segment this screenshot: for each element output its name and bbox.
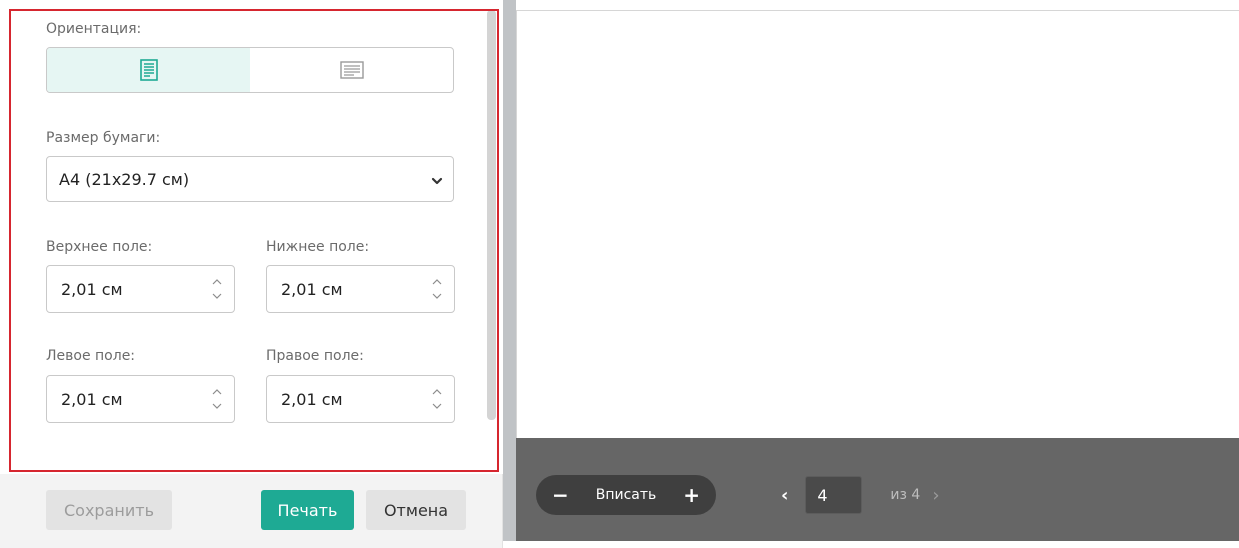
print-button[interactable]: Печать <box>261 490 354 530</box>
chevron-down-icon <box>431 172 443 191</box>
cancel-button[interactable]: Отмена <box>366 490 466 530</box>
bottom-margin-label: Нижнее поле: <box>266 239 370 255</box>
orientation-toggle <box>46 47 454 93</box>
paper-size-select[interactable]: А4 (21x29.7 см) <box>46 156 454 202</box>
left-margin-value: 2,01 см <box>61 389 123 409</box>
top-margin-input[interactable]: 2,01 см <box>46 265 235 313</box>
spinner-arrows-icon[interactable] <box>210 385 224 413</box>
scrollbar-thumb[interactable] <box>487 10 496 420</box>
page-number-input[interactable]: 4 <box>805 476 863 514</box>
chevron-right-icon[interactable]: › <box>932 485 939 506</box>
preview-page <box>516 10 1239 438</box>
dialog-footer: Сохранить Печать Отмена <box>0 474 503 548</box>
spinner-arrows-icon[interactable] <box>430 275 444 303</box>
zoom-in-button[interactable]: + <box>683 485 700 505</box>
portrait-page-icon <box>139 59 158 81</box>
left-margin-label: Левое поле: <box>46 348 136 364</box>
top-margin-label: Верхнее поле: <box>46 239 153 255</box>
preview-toolbar: − Вписать + ‹ 4 из 4 › <box>516 438 1239 541</box>
spinner-arrows-icon[interactable] <box>430 385 444 413</box>
orientation-landscape-button[interactable] <box>250 48 453 92</box>
bottom-margin-value: 2,01 см <box>281 279 343 299</box>
landscape-page-icon <box>339 61 364 79</box>
spinner-arrows-icon[interactable] <box>210 275 224 303</box>
print-settings-panel: Ориентация: Размер бумаги: А4 (21x29.7 с… <box>0 0 503 548</box>
right-margin-input[interactable]: 2,01 см <box>266 375 455 423</box>
orientation-label: Ориентация: <box>46 21 142 37</box>
left-margin-input[interactable]: 2,01 см <box>46 375 235 423</box>
zoom-out-button[interactable]: − <box>552 485 569 505</box>
save-button[interactable]: Сохранить <box>46 490 172 530</box>
bottom-margin-input[interactable]: 2,01 см <box>266 265 455 313</box>
preview-frame <box>503 0 516 548</box>
orientation-portrait-button[interactable] <box>47 48 250 92</box>
zoom-control: − Вписать + <box>536 475 716 515</box>
page-navigation: ‹ 4 из 4 › <box>781 476 940 514</box>
fit-button[interactable]: Вписать <box>596 487 657 503</box>
paper-size-value: А4 (21x29.7 см) <box>59 169 190 189</box>
top-margin-value: 2,01 см <box>61 279 123 299</box>
right-margin-label: Правое поле: <box>266 348 364 364</box>
paper-size-label: Размер бумаги: <box>46 130 161 146</box>
right-margin-value: 2,01 см <box>281 389 343 409</box>
chevron-left-icon[interactable]: ‹ <box>781 485 788 506</box>
preview-bottom-edge <box>503 541 1239 548</box>
page-count-label: из 4 <box>890 487 921 503</box>
